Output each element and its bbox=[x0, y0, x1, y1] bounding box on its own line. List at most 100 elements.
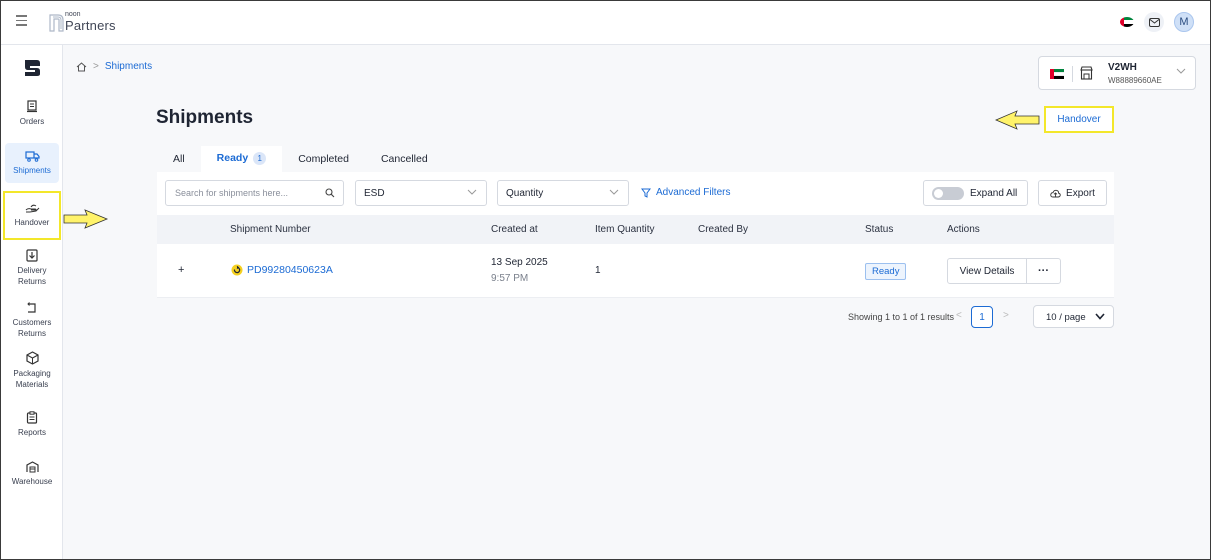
expand-row-button[interactable]: + bbox=[178, 264, 184, 276]
sidebar: Orders Shipments Handover Delivery Retur… bbox=[1, 45, 63, 559]
store-divider bbox=[1072, 66, 1073, 82]
sidebar-item-label-line2: Materials bbox=[15, 380, 49, 389]
filter-icon bbox=[641, 188, 651, 198]
quantity-select[interactable]: Quantity bbox=[497, 180, 629, 206]
table-row: + PD99280450623A 13 Sep 2025 9:57 PM 1 R… bbox=[157, 244, 1114, 298]
box-down-icon bbox=[26, 249, 38, 262]
tab-cancelled[interactable]: Cancelled bbox=[365, 146, 444, 172]
sidebar-item-label: Reports bbox=[17, 428, 46, 437]
column-header[interactable]: Status bbox=[865, 224, 893, 235]
next-page-button[interactable]: > bbox=[1003, 310, 1009, 321]
noon-partners-logo-icon bbox=[49, 14, 64, 32]
advanced-filters-link[interactable]: Advanced Filters bbox=[641, 187, 730, 198]
select-value: Quantity bbox=[506, 188, 544, 199]
previous-page-button[interactable]: < bbox=[956, 310, 962, 321]
brand-small: noon bbox=[65, 11, 81, 18]
cloud-upload-icon bbox=[1050, 189, 1061, 197]
search-placeholder: Search for shipments here... bbox=[175, 188, 289, 198]
sidebar-item-label-line1: Packaging bbox=[13, 369, 51, 378]
avatar[interactable]: M bbox=[1174, 12, 1194, 32]
side-logo-icon bbox=[25, 60, 40, 76]
column-header[interactable]: Created By bbox=[698, 224, 748, 235]
created-time: 9:57 PM bbox=[491, 273, 529, 284]
store-name: V2WH bbox=[1108, 62, 1137, 73]
warehouse-icon bbox=[25, 461, 39, 473]
tab-label: Completed bbox=[298, 153, 349, 165]
tab-label: Ready bbox=[216, 152, 249, 164]
search-icon bbox=[325, 188, 335, 198]
search-input[interactable]: Search for shipments here... bbox=[165, 180, 344, 206]
toggle-switch[interactable] bbox=[932, 187, 964, 200]
home-icon[interactable] bbox=[76, 61, 87, 72]
sidebar-item-label-line1: Customers bbox=[12, 318, 52, 327]
column-header[interactable]: Actions bbox=[947, 224, 980, 235]
column-header[interactable]: Shipment Number bbox=[230, 224, 311, 235]
more-actions-button[interactable]: ··· bbox=[1026, 258, 1061, 284]
chevron-down-icon bbox=[467, 189, 477, 195]
hand-icon bbox=[25, 204, 39, 213]
expand-all-label: Expand All bbox=[970, 188, 1018, 199]
tab-all[interactable]: All bbox=[157, 146, 201, 172]
page-title: Shipments bbox=[156, 107, 254, 128]
shipment-number-link[interactable]: PD99280450623A bbox=[231, 264, 333, 276]
sidebar-item-delivery-returns[interactable]: Delivery Returns bbox=[5, 249, 59, 291]
receipt-icon bbox=[27, 100, 37, 113]
view-details-button[interactable]: View Details bbox=[947, 258, 1027, 284]
hamburger-menu-icon[interactable] bbox=[16, 15, 28, 27]
tab-ready[interactable]: Ready 1 bbox=[200, 146, 283, 172]
expand-all-toggle[interactable]: Expand All bbox=[923, 180, 1028, 206]
store-code: W88889660AE bbox=[1108, 76, 1162, 85]
column-header[interactable]: Created at bbox=[491, 224, 538, 235]
app-window: noon Partners M Orders Shipments Handove… bbox=[0, 0, 1211, 560]
status-tabs: All Ready 1 Completed Cancelled bbox=[157, 146, 444, 172]
pending-status-icon bbox=[231, 264, 243, 276]
export-button[interactable]: Export bbox=[1038, 180, 1107, 206]
breadcrumb-current[interactable]: Shipments bbox=[105, 61, 152, 72]
sidebar-item-label-line2: Returns bbox=[17, 329, 46, 338]
store-selector[interactable]: V2WH W88889660AE bbox=[1038, 56, 1196, 90]
page-number-current[interactable]: 1 bbox=[971, 306, 993, 328]
select-value: ESD bbox=[364, 188, 385, 199]
chevron-down-icon bbox=[1176, 68, 1186, 74]
brand-name: noon Partners bbox=[65, 11, 116, 32]
sidebar-item-label-line2: Returns bbox=[17, 277, 46, 286]
handover-button[interactable]: Handover bbox=[1044, 106, 1114, 133]
pagination-summary: Showing 1 to 1 of 1 results bbox=[848, 312, 955, 322]
sidebar-item-warehouse[interactable]: Warehouse bbox=[5, 461, 59, 491]
page-size-select[interactable]: 10 / page bbox=[1033, 305, 1114, 328]
sidebar-item-orders[interactable]: Orders bbox=[5, 100, 59, 132]
shipment-number: PD99280450623A bbox=[247, 264, 333, 276]
filter-bar: Search for shipments here... ESD Quantit… bbox=[157, 172, 1114, 215]
sidebar-item-customers-returns[interactable]: Customers Returns bbox=[5, 302, 59, 344]
sidebar-item-handover[interactable]: Handover bbox=[3, 191, 61, 240]
clipboard-icon bbox=[26, 411, 38, 424]
annotation-arrow-left-icon bbox=[63, 209, 109, 229]
created-date: 13 Sep 2025 bbox=[491, 257, 548, 268]
tab-completed[interactable]: Completed bbox=[282, 146, 365, 172]
export-label: Export bbox=[1066, 187, 1095, 199]
sidebar-item-label-line1: Delivery bbox=[17, 266, 47, 275]
truck-icon bbox=[24, 151, 40, 162]
tab-count-badge: 1 bbox=[253, 152, 267, 165]
sidebar-item-reports[interactable]: Reports bbox=[5, 411, 59, 441]
tab-label: Cancelled bbox=[380, 153, 428, 165]
sidebar-item-label: Handover bbox=[14, 218, 50, 227]
breadcrumb-separator: > bbox=[93, 61, 99, 72]
mail-icon[interactable] bbox=[1144, 12, 1164, 32]
brand-big: Partners bbox=[65, 18, 116, 33]
table-header: Shipment Number Created at Item Quantity… bbox=[157, 215, 1114, 244]
esd-select[interactable]: ESD bbox=[355, 180, 487, 206]
status-badge: Ready bbox=[865, 263, 907, 280]
uae-flag-icon[interactable] bbox=[1120, 17, 1134, 27]
column-header[interactable]: Item Quantity bbox=[595, 224, 654, 235]
sidebar-item-label: Shipments bbox=[13, 166, 51, 175]
chevron-down-icon bbox=[1095, 313, 1105, 320]
breadcrumb: > Shipments bbox=[76, 61, 152, 72]
page-size-value: 10 / page bbox=[1046, 312, 1086, 323]
top-right-controls: M bbox=[1120, 12, 1194, 32]
sidebar-item-packaging-materials[interactable]: Packaging Materials bbox=[5, 351, 59, 393]
sidebar-item-shipments[interactable]: Shipments bbox=[5, 143, 59, 183]
item-quantity: 1 bbox=[595, 265, 601, 276]
annotation-arrow-right-icon bbox=[995, 110, 1040, 130]
tab-label: All bbox=[173, 153, 185, 165]
